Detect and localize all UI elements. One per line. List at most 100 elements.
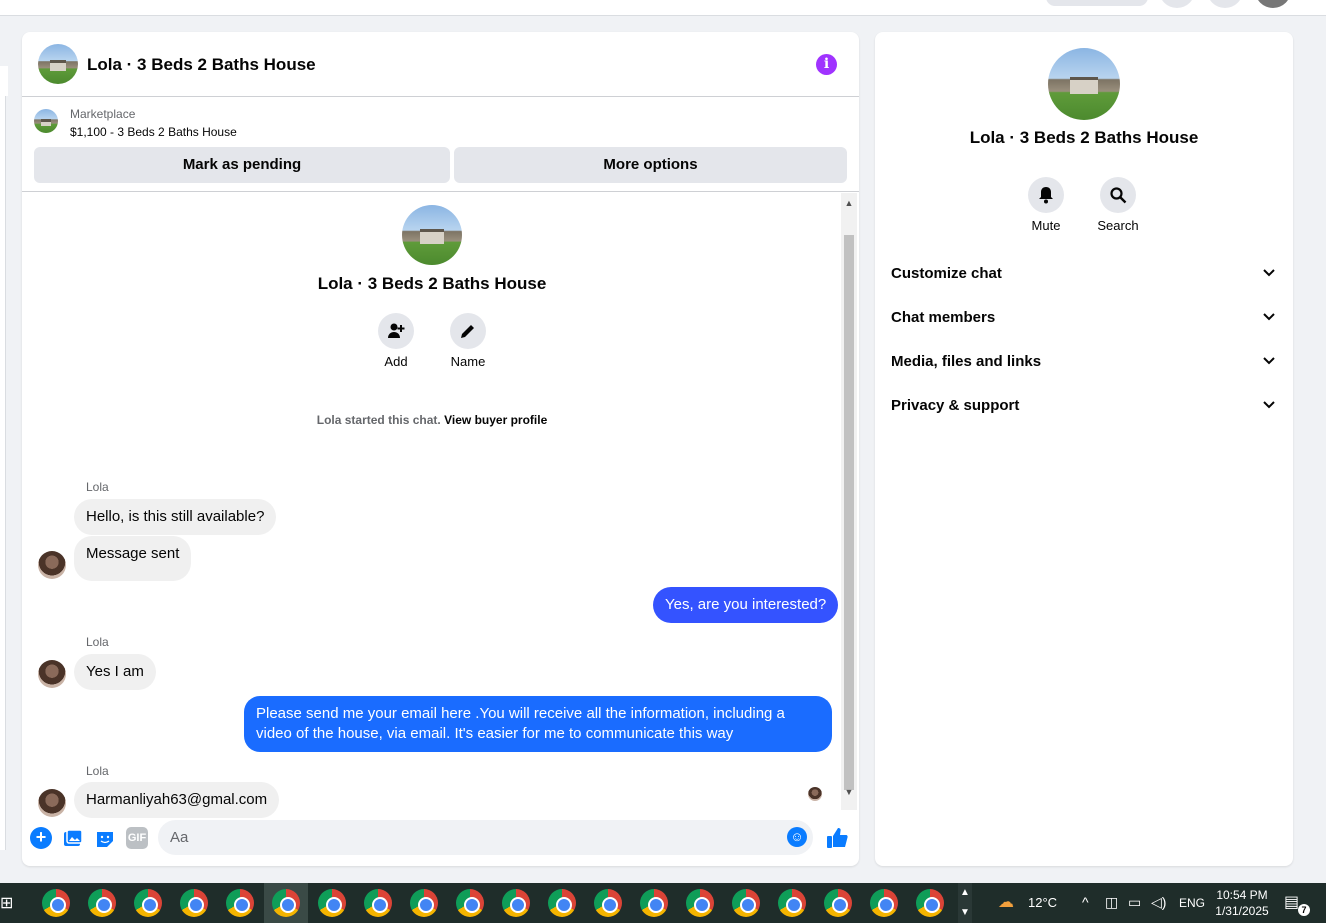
date: 1/31/2025: [1215, 904, 1269, 918]
mark-as-pending-button[interactable]: Mark as pending: [34, 147, 450, 183]
listing-title[interactable]: $1,100 - 3 Beds 2 Baths House: [70, 125, 237, 139]
menu-button[interactable]: [1159, 0, 1195, 8]
chrome-app-icon[interactable]: [686, 889, 714, 917]
chrome-app-icon[interactable]: [456, 889, 484, 917]
chrome-app-icon[interactable]: [226, 889, 254, 917]
like-thumbs-up-icon[interactable]: [825, 825, 849, 849]
message-bubble-incoming[interactable]: Hello, is this still available?: [74, 499, 277, 535]
mute-label: Mute: [1031, 218, 1061, 233]
chrome-app-icon[interactable]: [548, 889, 576, 917]
time: 10:54 PM: [1216, 888, 1268, 902]
more-options-button[interactable]: More options: [454, 147, 847, 183]
chrome-app-icon[interactable]: [180, 889, 208, 917]
chrome-app-icon[interactable]: [364, 889, 392, 917]
scrollbar[interactable]: ▲ ▼: [841, 193, 857, 810]
seen-indicator-avatar: [808, 787, 822, 801]
profile-avatar[interactable]: [1048, 48, 1120, 120]
start-icon[interactable]: ⊞: [0, 893, 13, 913]
account-avatar[interactable]: [1255, 0, 1291, 8]
avatar[interactable]: [38, 789, 66, 817]
chrome-app-icon[interactable]: [640, 889, 668, 917]
chrome-app-icon[interactable]: [916, 889, 944, 917]
avatar[interactable]: [38, 551, 66, 579]
clock[interactable]: 10:54 PM 1/31/2025: [1213, 887, 1271, 919]
volume-icon[interactable]: ◁): [1151, 894, 1166, 911]
scroll-up-arrow-icon[interactable]: ▲: [841, 195, 857, 211]
scrollbar-thumb[interactable]: [844, 235, 854, 790]
message-bubble-outgoing[interactable]: Please send me your email here .You will…: [244, 696, 832, 752]
section-media-files-links[interactable]: Media, files and links: [875, 340, 1293, 384]
listing-thumbnail[interactable]: [34, 109, 58, 133]
chrome-app-icon[interactable]: [410, 889, 438, 917]
conversation-name: Lola · 3 Beds 2 Baths House: [317, 274, 547, 293]
info-icon[interactable]: i: [816, 54, 837, 75]
chrome-app-icon[interactable]: [88, 889, 116, 917]
message-bubble-incoming[interactable]: Yes I am: [74, 654, 156, 690]
message-bubble-incoming[interactable]: Harmanliyah63@gmal.com: [74, 782, 280, 818]
section-title: Privacy & support: [891, 397, 1020, 414]
messenger-button[interactable]: [1207, 0, 1243, 8]
top-nav-pill[interactable]: [1046, 0, 1148, 6]
chrome-app-icon[interactable]: [134, 889, 162, 917]
chrome-app-icon[interactable]: [594, 889, 622, 917]
pencil-icon: [450, 313, 486, 349]
gif-icon[interactable]: GIF: [126, 827, 148, 849]
chat-panel: Lola · 3 Beds 2 Baths House i Marketplac…: [22, 32, 859, 866]
chrome-app-icon[interactable]: [732, 889, 760, 917]
chrome-app-icon[interactable]: [778, 889, 806, 917]
taskbar-scroll-arrows-icon[interactable]: ▲ ▼: [958, 883, 972, 923]
mute-button[interactable]: Mute: [1016, 177, 1076, 233]
chrome-app-icon[interactable]: [824, 889, 852, 917]
show-hidden-icons-chevron-icon[interactable]: ^: [1082, 894, 1089, 910]
section-privacy-support[interactable]: Privacy & support: [875, 384, 1293, 428]
emoji-icon[interactable]: ☺: [787, 827, 807, 847]
network-icon[interactable]: ▭: [1128, 894, 1141, 911]
message-list[interactable]: Lola · 3 Beds 2 Baths House Add Name Lol…: [22, 193, 859, 818]
sticker-icon[interactable]: [94, 827, 116, 849]
photo-icon[interactable]: [62, 827, 84, 849]
search-label: Search: [1097, 218, 1139, 233]
search-button[interactable]: Search: [1088, 177, 1148, 233]
chevron-down-icon: [1263, 309, 1275, 324]
add-people-button[interactable]: Add: [366, 313, 426, 369]
chevron-down-icon: [1263, 265, 1275, 280]
chat-header: Lola · 3 Beds 2 Baths House i: [22, 32, 859, 97]
scroll-down-arrow-icon[interactable]: ▼: [841, 784, 857, 800]
temperature[interactable]: 12°C: [1028, 883, 1057, 923]
section-customize-chat[interactable]: Customize chat: [875, 252, 1293, 296]
bell-icon: [1028, 177, 1064, 213]
add-person-icon: [378, 313, 414, 349]
sender-name: Lola: [86, 480, 109, 494]
section-title: Chat members: [891, 309, 996, 326]
left-edge: [0, 16, 8, 883]
avatar[interactable]: [38, 660, 66, 688]
profile-name: Lola · 3 Beds 2 Baths House: [969, 128, 1199, 147]
meet-now-icon[interactable]: ◫: [1105, 894, 1118, 911]
edit-name-button[interactable]: Name: [438, 313, 498, 369]
add-label: Add: [384, 354, 408, 369]
message-bubble-outgoing[interactable]: Yes, are you interested?: [653, 587, 839, 623]
notification-icon[interactable]: ▤ 7: [1284, 892, 1310, 916]
message-bubble-incoming[interactable]: Message sent: [74, 536, 192, 581]
section-chat-members[interactable]: Chat members: [875, 296, 1293, 340]
chrome-app-icon[interactable]: [42, 889, 70, 917]
chrome-app-icon[interactable]: [272, 889, 300, 917]
marketplace-label: Marketplace: [70, 107, 136, 121]
chat-title[interactable]: Lola · 3 Beds 2 Baths House: [87, 55, 316, 75]
windows-taskbar: ⊞ ▲ ▼ ☁ 12°C ^ ◫ ▭ ◁) ENG 10:54 PM 1/31/2…: [0, 883, 1326, 923]
name-label: Name: [450, 354, 486, 369]
chevron-down-icon: [1263, 353, 1275, 368]
conversation-avatar[interactable]: [38, 44, 78, 84]
plus-icon[interactable]: +: [30, 827, 52, 849]
chrome-app-icon[interactable]: [318, 889, 346, 917]
chrome-app-icon[interactable]: [870, 889, 898, 917]
view-buyer-profile-link[interactable]: View buyer profile: [444, 413, 547, 427]
chrome-app-icon[interactable]: [502, 889, 530, 917]
section-title: Customize chat: [891, 265, 1002, 282]
top-navigation-strip: [0, 0, 1326, 16]
language-indicator[interactable]: ENG: [1179, 883, 1205, 923]
message-input[interactable]: [158, 820, 813, 855]
weather-icon[interactable]: ☁: [998, 893, 1022, 913]
section-title: Media, files and links: [891, 353, 1042, 370]
chat-started-notice: Lola started this chat. View buyer profi…: [22, 413, 842, 427]
